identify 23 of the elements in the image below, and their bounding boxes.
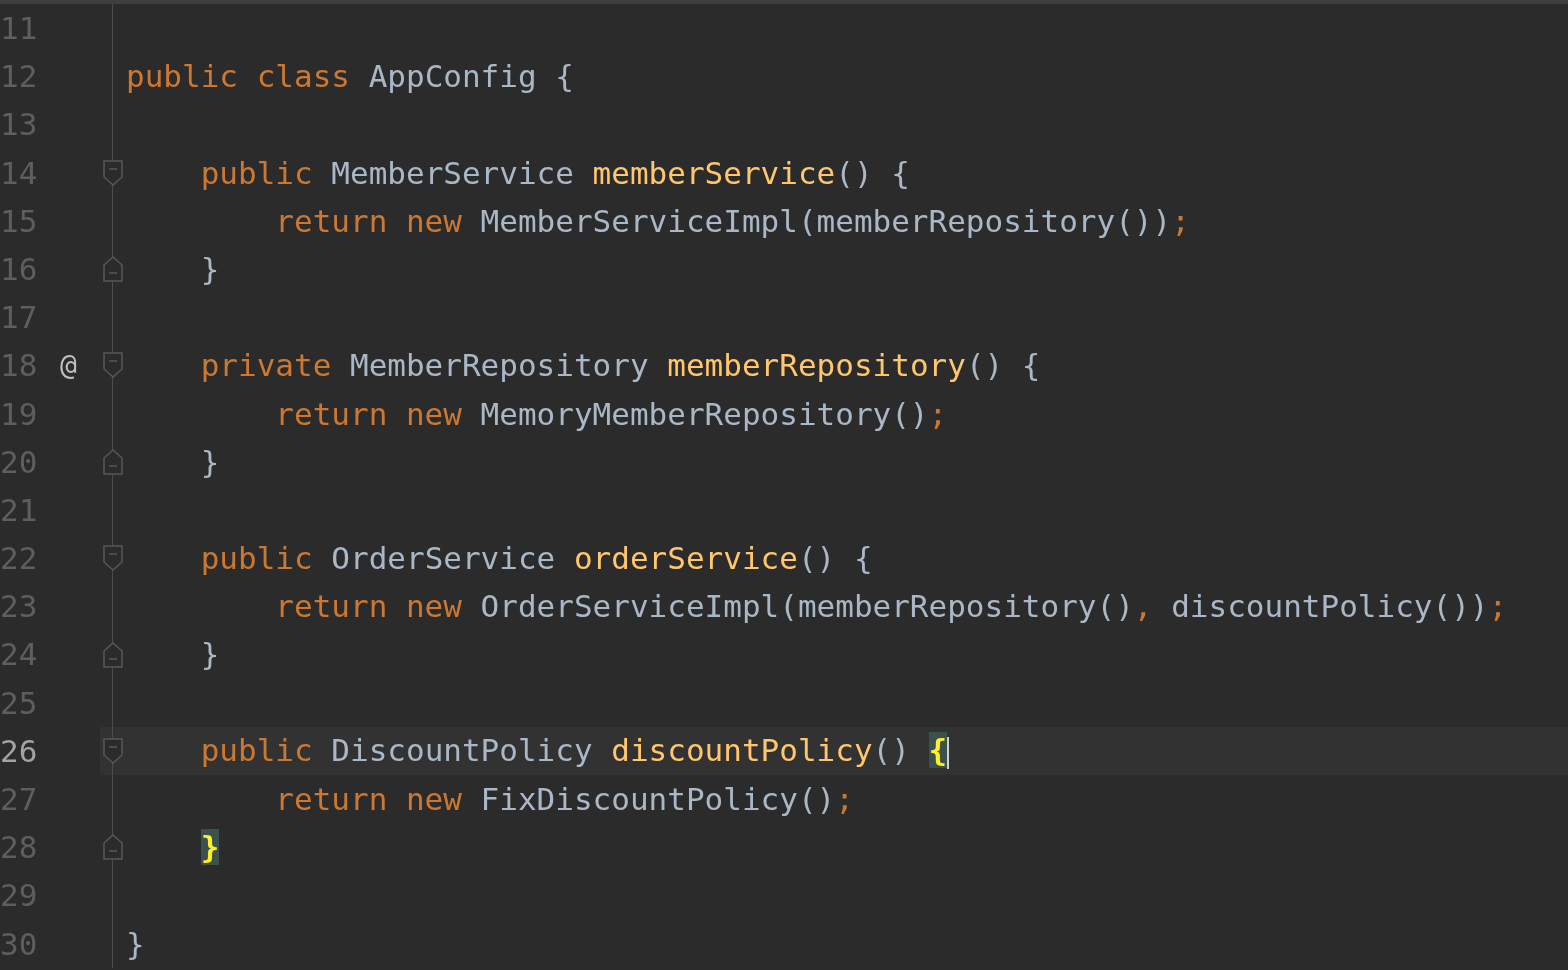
code-line: public class AppConfig { <box>126 59 574 94</box>
code-line: } <box>199 637 220 672</box>
code-line: } <box>199 252 220 287</box>
code-line: return new OrderServiceImpl(memberRepository(), discountPolicy()); <box>274 589 1508 624</box>
code-line: } <box>126 926 145 961</box>
fold-marker-icon[interactable] <box>103 545 123 572</box>
code-line: private MemberRepository memberRepository() { <box>199 348 1041 383</box>
code-line: public OrderService orderService() { <box>199 541 873 576</box>
fold-marker-icon[interactable] <box>103 352 123 379</box>
fold-marker-icon[interactable] <box>103 641 123 668</box>
fold-marker-icon[interactable] <box>103 256 123 283</box>
fold-marker-icon[interactable] <box>103 834 123 861</box>
code-line: return new FixDiscountPolicy(); <box>274 782 854 817</box>
line-number: 26 <box>0 733 39 768</box>
gutter-marker[interactable]: @ <box>60 348 77 382</box>
fold-marker-icon[interactable] <box>103 737 123 764</box>
fold-marker-icon[interactable] <box>103 159 123 186</box>
code-line: return new MemoryMemberRepository(); <box>274 396 948 431</box>
code-line: public MemberService memberService() { <box>199 155 910 190</box>
code-line: return new MemberServiceImpl(memberRepository()); <box>274 203 1190 238</box>
code-line: } <box>199 444 220 479</box>
code-line: public DiscountPolicy discountPolicy() { <box>199 733 950 769</box>
fold-marker-icon[interactable] <box>103 448 123 475</box>
